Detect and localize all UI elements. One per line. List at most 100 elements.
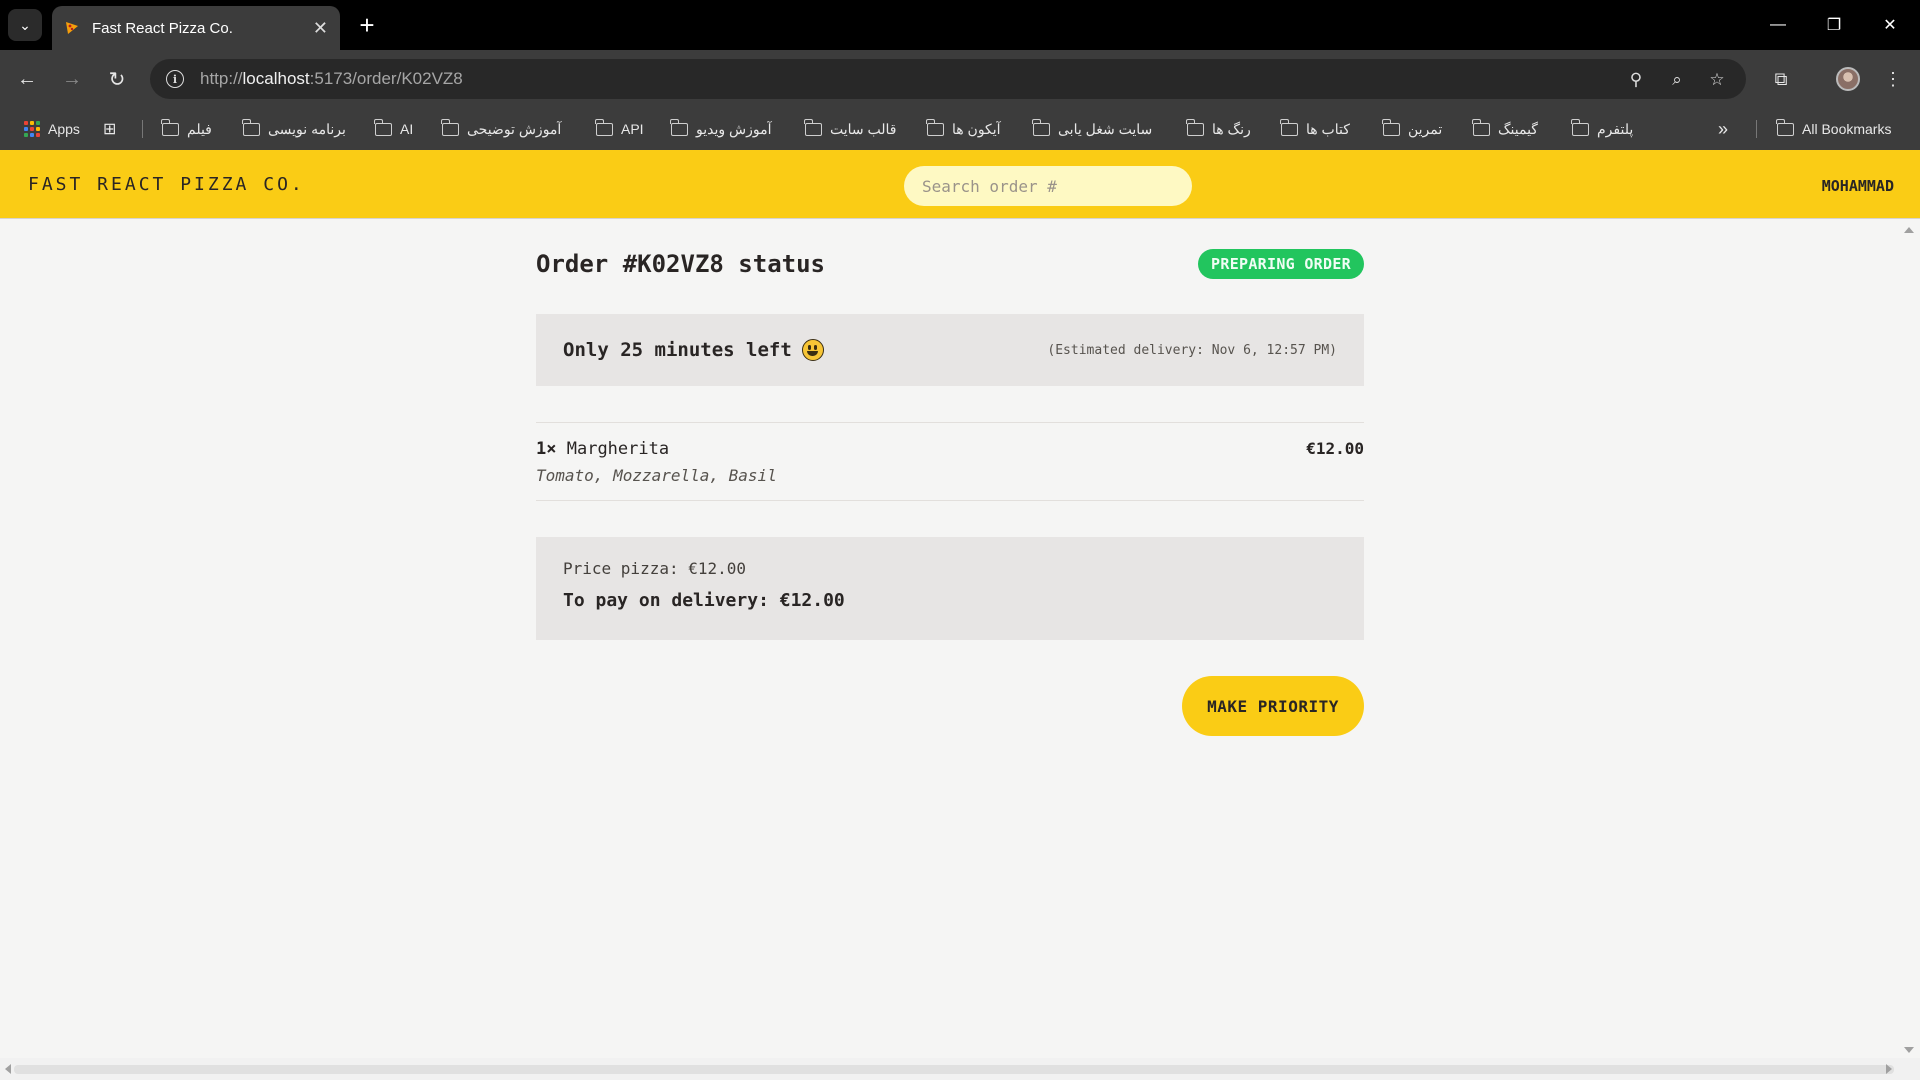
bookmark-folder[interactable]: AI (374, 108, 414, 150)
tab-title: Fast React Pizza Co. (92, 19, 233, 37)
folder-icon (1776, 118, 1794, 136)
vertical-scrollbar[interactable] (1898, 219, 1920, 1057)
bookmark-label: رنگ ها (1212, 120, 1251, 137)
scroll-down-arrow-icon[interactable] (1904, 1047, 1914, 1053)
all-bookmarks-button[interactable]: All Bookmarks (1776, 108, 1892, 150)
price-pizza: Price pizza: €12.00 (563, 559, 747, 578)
folder-icon (1382, 118, 1400, 136)
bookmark-label: Apps (48, 121, 80, 137)
bookmarks-overflow-button[interactable]: » (1718, 108, 1728, 150)
profile-avatar[interactable] (1836, 67, 1860, 91)
bookmark-folder[interactable]: پلتفرم (1571, 108, 1634, 150)
scroll-right-arrow-icon[interactable] (1886, 1064, 1892, 1074)
bookmark-folder[interactable]: سایت شغل یابی (1032, 108, 1153, 150)
bookmarks-bar: Apps ⊞ فیلم برنامه نویسی AI آموزش توضیحی… (0, 108, 1920, 150)
bookmark-folder[interactable]: تمرین (1382, 108, 1442, 150)
bookmark-label: فیلم (187, 120, 212, 137)
smiley-icon (801, 339, 824, 361)
bookmark-label: پلتفرم (1597, 120, 1634, 137)
address-bar[interactable]: i http://localhost:5173/order/K02VZ8 ⚲ ⌕… (150, 59, 1746, 99)
bookmark-folder[interactable]: کتاب ها (1280, 108, 1350, 150)
estimated-delivery: (Estimated delivery: Nov 6, 12:57 PM) (1047, 342, 1337, 358)
url-text[interactable]: http://localhost:5173/order/K02VZ8 (200, 69, 463, 89)
bookmark-label: سایت شغل یابی (1058, 120, 1153, 137)
horizontal-scrollbar[interactable] (0, 1058, 1920, 1080)
extensions-button[interactable]: ⧉ (1766, 64, 1796, 94)
to-pay-on-delivery: To pay on delivery: €12.00 (563, 590, 845, 611)
bookmark-label: گیمینگ (1498, 120, 1538, 137)
bookmark-label: آموزش ویدیو (696, 120, 772, 137)
folder-icon (670, 118, 688, 136)
bookmark-folder[interactable]: رنگ ها (1186, 108, 1251, 150)
browser-tab-bar: ⌄ Fast React Pizza Co. ✕ + — ❐ ✕ (0, 0, 1920, 50)
price-summary: Price pizza: €12.00 To pay on delivery: … (536, 537, 1364, 640)
reload-button[interactable]: ↻ (102, 64, 132, 94)
arrow-right-icon: → (62, 67, 82, 90)
new-tab-button[interactable]: + (352, 10, 382, 40)
bookmark-separator (1756, 120, 1757, 138)
double-chevron-right-icon: » (1718, 118, 1729, 139)
order-title: Order #K02VZ8 status (536, 250, 825, 278)
folder-icon (242, 118, 260, 136)
scroll-left-arrow-icon[interactable] (5, 1064, 11, 1074)
make-priority-button[interactable]: MAKE PRIORITY (1182, 676, 1364, 736)
bookmark-label: API (621, 121, 644, 137)
minimize-button[interactable]: — (1750, 0, 1806, 50)
chevron-down-icon: ⌄ (19, 16, 31, 33)
tab-groups-button[interactable]: ⊞ (103, 108, 116, 150)
reload-icon: ↻ (108, 68, 126, 91)
site-header: FAST REACT PIZZA CO. MOHAMMAD (0, 150, 1920, 219)
scrollbar-thumb[interactable] (14, 1065, 1894, 1074)
item-ingredients: Tomato, Mozzarella, Basil (536, 466, 777, 485)
folder-icon (926, 118, 944, 136)
bookmark-folder[interactable]: قالب سایت (804, 108, 897, 150)
bookmark-label: AI (400, 121, 414, 137)
info-icon[interactable]: i (166, 70, 184, 88)
star-icon[interactable]: ☆ (1706, 69, 1728, 91)
scroll-up-arrow-icon[interactable] (1904, 227, 1914, 233)
folder-icon (1280, 118, 1298, 136)
tab-groups-icon: ⊞ (103, 121, 117, 138)
bookmark-folder[interactable]: گیمینگ (1472, 108, 1538, 150)
back-button[interactable]: ← (12, 64, 42, 94)
web-page: FAST REACT PIZZA CO. MOHAMMAD Order #K02… (0, 150, 1920, 1080)
kebab-menu-icon: ⋮ (1884, 68, 1902, 89)
username: MOHAMMAD (1821, 177, 1894, 195)
browser-tab[interactable]: Fast React Pizza Co. ✕ (52, 6, 340, 50)
bookmark-folder[interactable]: برنامه نویسی (242, 108, 346, 150)
item-price: €12.00 (1306, 439, 1364, 458)
bookmark-label: برنامه نویسی (268, 120, 346, 137)
delivery-eta-box: Only 25 minutes left (Estimated delivery… (536, 314, 1364, 386)
bookmark-label: All Bookmarks (1802, 121, 1892, 137)
bookmark-folder[interactable]: آیکون ها (926, 108, 1001, 150)
folder-icon (374, 118, 392, 136)
search-order-input[interactable] (904, 166, 1192, 206)
browser-menu-button[interactable]: ⋮ (1878, 64, 1908, 94)
item-quantity: 1× (536, 439, 557, 459)
item-name-text: Margherita (566, 439, 670, 459)
bookmark-folder[interactable]: آموزش توضیحی (441, 108, 561, 150)
tab-close-icon[interactable]: ✕ (313, 18, 328, 39)
puzzle-icon: ⧉ (1774, 68, 1788, 89)
location-pin-icon[interactable]: ⚲ (1625, 69, 1647, 91)
site-logo[interactable]: FAST REACT PIZZA CO. (28, 174, 305, 195)
restore-button[interactable]: ❐ (1806, 0, 1862, 50)
bookmark-folder[interactable]: API (595, 108, 644, 150)
folder-icon (1032, 118, 1050, 136)
tab-search-button[interactable]: ⌄ (8, 9, 42, 41)
close-window-button[interactable]: ✕ (1862, 0, 1918, 50)
item-name: 1× Margherita (536, 439, 669, 459)
zoom-icon[interactable]: ⌕ (1666, 69, 1688, 91)
folder-icon (1186, 118, 1204, 136)
time-left-text: Only 25 minutes left (563, 339, 792, 361)
bookmark-label: کتاب ها (1306, 120, 1350, 137)
bookmark-folder[interactable]: فیلم (161, 108, 212, 150)
browser-toolbar: ← → ↻ i http://localhost:5173/order/K02V… (0, 50, 1920, 108)
forward-button[interactable]: → (57, 64, 87, 94)
folder-icon (1571, 118, 1589, 136)
bookmark-folder[interactable]: آموزش ویدیو (670, 108, 772, 150)
bookmark-apps[interactable]: Apps (24, 108, 80, 150)
folder-icon (804, 118, 822, 136)
status-badge: PREPARING ORDER (1198, 249, 1364, 279)
apps-grid-icon (24, 121, 40, 137)
